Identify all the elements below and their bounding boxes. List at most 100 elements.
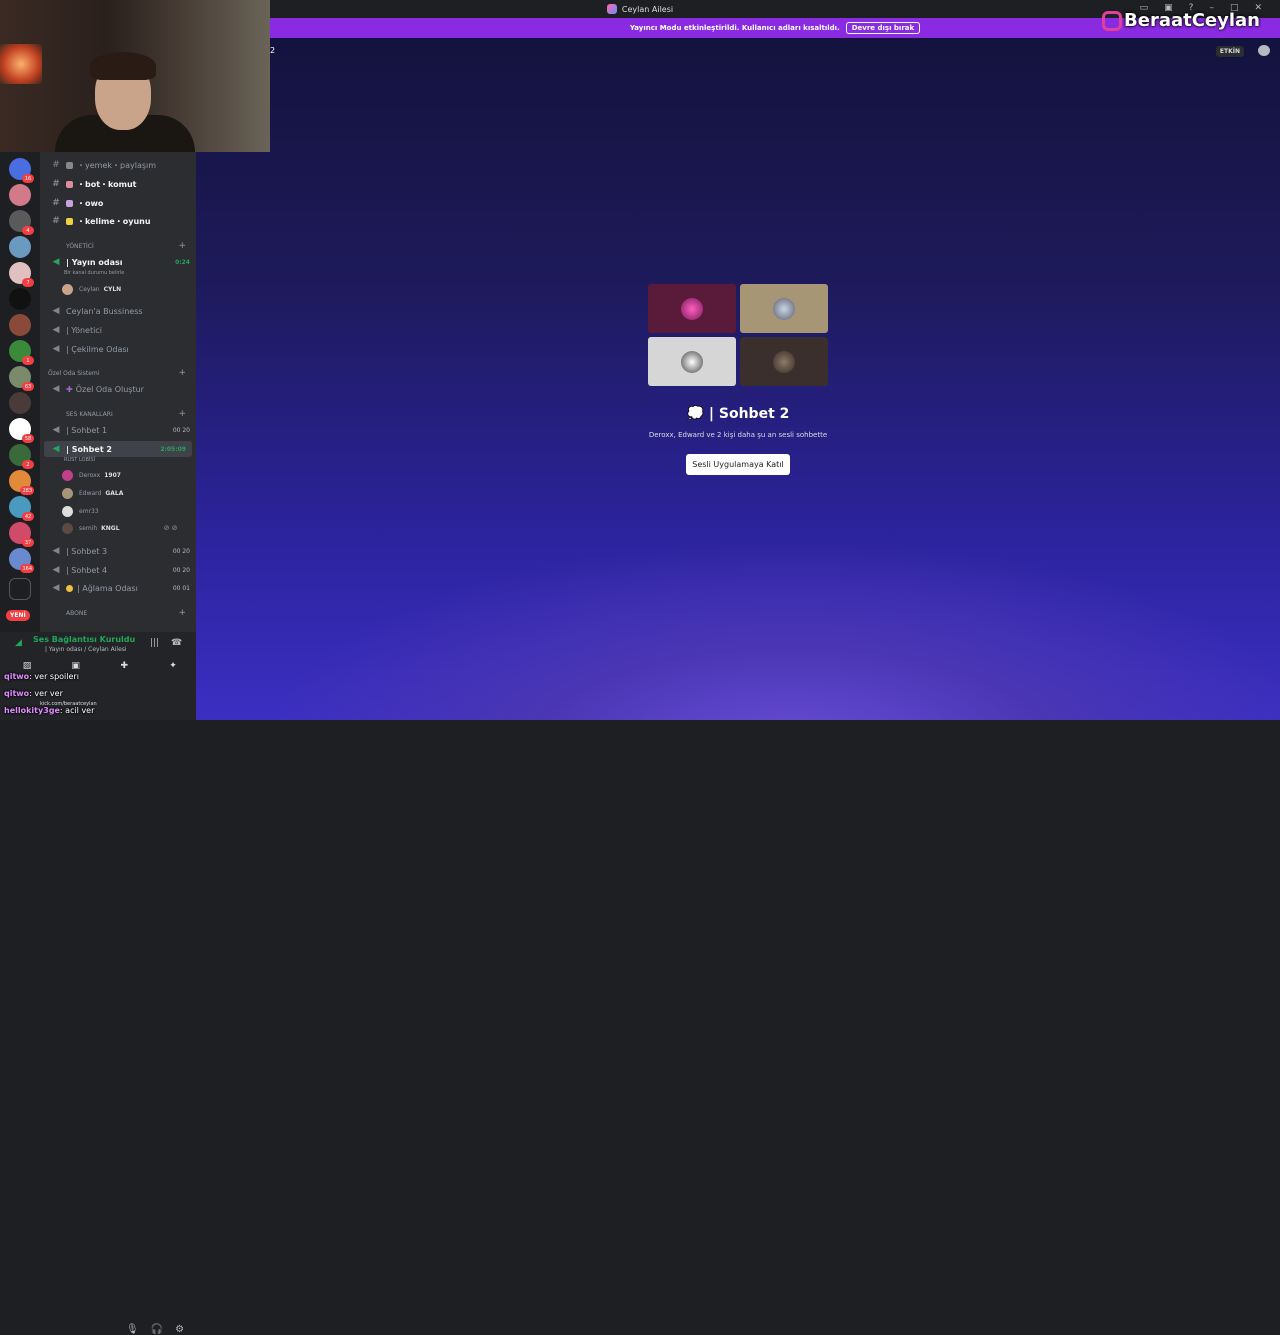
new-badge[interactable]: YENİ	[6, 610, 30, 621]
channel-title: 💭 | Sohbet 2	[648, 406, 828, 422]
participant-tile[interactable]	[740, 337, 828, 386]
headphones-icon[interactable]: 🎧	[151, 1324, 163, 1335]
voice-channel[interactable]: ◀ | Çekilme Odası	[40, 341, 196, 357]
discord-app-icon	[606, 4, 617, 14]
server-icon[interactable]: 164	[9, 548, 34, 573]
channel-name: | Sohbet 2	[66, 444, 112, 454]
participant-tile[interactable]	[648, 337, 736, 386]
disconnect-icon[interactable]: ☎	[171, 638, 182, 648]
voice-user[interactable]: semih KNGL ⊘ ⊘	[62, 521, 178, 535]
microphone-icon[interactable]: 🎙	[126, 1324, 139, 1335]
soundboard-icon[interactable]: ✦	[166, 661, 180, 671]
speaker-icon: ◀	[52, 257, 60, 267]
chat-bubble-icon[interactable]	[1258, 45, 1270, 56]
channel-name: ・owo	[77, 198, 104, 208]
active-status-badge[interactable]: ETKİN	[1215, 46, 1244, 57]
emoji-icon	[66, 584, 73, 592]
server-icon[interactable]: 4	[9, 210, 34, 235]
emoji-icon	[66, 161, 73, 169]
chat-text: : acil ver	[59, 706, 95, 715]
voice-channel-sohbet3[interactable]: ◀ | Sohbet 3 00 20	[40, 543, 196, 559]
voice-channel-sohbet2[interactable]: ◀ | Sohbet 2 2:05:09	[44, 441, 192, 457]
text-channel[interactable]: # ・owo	[40, 195, 196, 211]
server-badge: 283	[20, 486, 34, 495]
category-yonetici[interactable]: YÖNETİCİ +	[40, 240, 196, 252]
speaker-icon: ◀	[52, 583, 60, 593]
banner-text: Yayıncı Modu etkinleştirildi. Kullanıcı …	[629, 24, 840, 32]
channel-name: | Sohbet 4	[66, 565, 108, 575]
voice-user[interactable]: emr33	[62, 504, 99, 518]
server-badge: 2	[22, 460, 34, 469]
settings-gear-icon[interactable]: ⚙	[175, 1324, 184, 1335]
voice-channel-sohbet1[interactable]: ◀ | Sohbet 1 00 20	[40, 422, 196, 438]
voice-user[interactable]: Deroxx 1907	[62, 468, 121, 482]
server-icon[interactable]: 7	[9, 262, 34, 287]
join-voice-button[interactable]: Sesli Uygulamaya Katıl	[686, 454, 790, 475]
hashtag-icon: #	[52, 179, 60, 189]
voice-channel-aglama[interactable]: ◀ | Ağlama Odası 00 01	[40, 580, 196, 596]
speaker-icon: ◀	[52, 425, 60, 435]
channel-name: | Sohbet 3	[66, 546, 108, 556]
window-title: Ceylan Ailesi	[621, 4, 674, 14]
voice-user[interactable]: Ceylan CYLN	[62, 282, 121, 296]
server-icon[interactable]: 283	[9, 470, 34, 495]
header-number: 2	[270, 46, 276, 55]
add-channel-icon[interactable]: +	[178, 368, 186, 378]
voice-channel[interactable]: ◀ Ceylan'a Bussiness	[40, 303, 196, 319]
voice-channel-ozel-create[interactable]: ◀ ✚ Özel Oda Oluştur	[40, 381, 196, 397]
avatar	[62, 283, 73, 295]
chat-message: qitwo: ver ver	[4, 689, 63, 698]
channel-name: | Çekilme Odası	[66, 344, 129, 354]
disable-streamer-mode-button[interactable]: Devre dışı bırak	[845, 22, 921, 34]
speaker-icon: ◀	[52, 384, 60, 394]
server-icon[interactable]	[9, 392, 31, 414]
server-icon[interactable]	[9, 184, 31, 206]
server-icon[interactable]	[9, 236, 31, 258]
server-icon[interactable]: 1	[9, 340, 34, 365]
server-icon[interactable]: 37	[9, 522, 34, 547]
emoji-icon	[66, 199, 73, 207]
server-icon[interactable]	[9, 314, 31, 336]
category-label: YÖNETİCİ	[66, 242, 94, 250]
add-channel-icon[interactable]: +	[178, 608, 186, 618]
channel-title-text: | Sohbet 2	[708, 406, 790, 422]
user-tag: 1907	[104, 471, 121, 479]
server-icon[interactable]: 58	[9, 418, 34, 443]
user-limit: 00 20	[172, 547, 190, 555]
hashtag-icon: #	[52, 160, 60, 170]
camera-off-icon[interactable]: ▨	[20, 661, 34, 671]
voice-connected-status[interactable]: Ses Bağlantısı Kuruldu	[33, 635, 135, 644]
server-icon[interactable]: 2	[9, 444, 34, 469]
discover-servers-icon[interactable]	[9, 578, 31, 600]
voice-channel[interactable]: ◀ | Yönetici	[40, 322, 196, 338]
lamp-glow	[0, 44, 42, 84]
server-icon[interactable]: 63	[9, 366, 34, 391]
user-name: Edward	[79, 489, 102, 497]
voice-channel-yayin[interactable]: ◀ | Yayın odası 0:24	[40, 254, 196, 270]
participant-tile[interactable]	[648, 284, 736, 333]
user-tag: GALA	[105, 489, 124, 497]
text-channel[interactable]: # ・bot・komut	[40, 176, 196, 192]
add-channel-icon[interactable]: +	[178, 241, 186, 251]
participant-tile[interactable]	[740, 284, 828, 333]
voice-location[interactable]: | Yayın odası / Ceylan Ailesi	[45, 646, 127, 653]
voice-user[interactable]: Edward GALA	[62, 486, 123, 500]
activities-icon[interactable]: ✚	[117, 661, 131, 671]
text-channel[interactable]: # ・kelime・oyunu	[40, 213, 196, 229]
channel-name: Ceylan'a Bussiness	[66, 306, 143, 316]
channel-status[interactable]: Bir kanal durumu belirle	[64, 270, 124, 276]
screen-share-icon[interactable]: ▣	[69, 661, 83, 671]
server-icon[interactable]	[9, 288, 31, 310]
category-abone[interactable]: ABONE +	[40, 607, 196, 619]
chat-text: : ver ver	[29, 689, 63, 698]
voice-channel-sohbet4[interactable]: ◀ | Sohbet 4 00 20	[40, 562, 196, 578]
user-name: Deroxx	[79, 471, 101, 479]
category-ses[interactable]: SES KANALLARI +	[40, 408, 196, 420]
noise-suppression-icon[interactable]: |||	[150, 638, 159, 648]
category-ozel[interactable]: Özel Oda Sistemi +	[40, 367, 196, 379]
server-icon[interactable]: 42	[9, 496, 34, 521]
text-channel[interactable]: # ・yemek・paylaşım	[40, 157, 196, 173]
server-icon[interactable]: 16	[9, 158, 34, 183]
server-badge: 1	[22, 356, 34, 365]
add-channel-icon[interactable]: +	[178, 409, 186, 419]
